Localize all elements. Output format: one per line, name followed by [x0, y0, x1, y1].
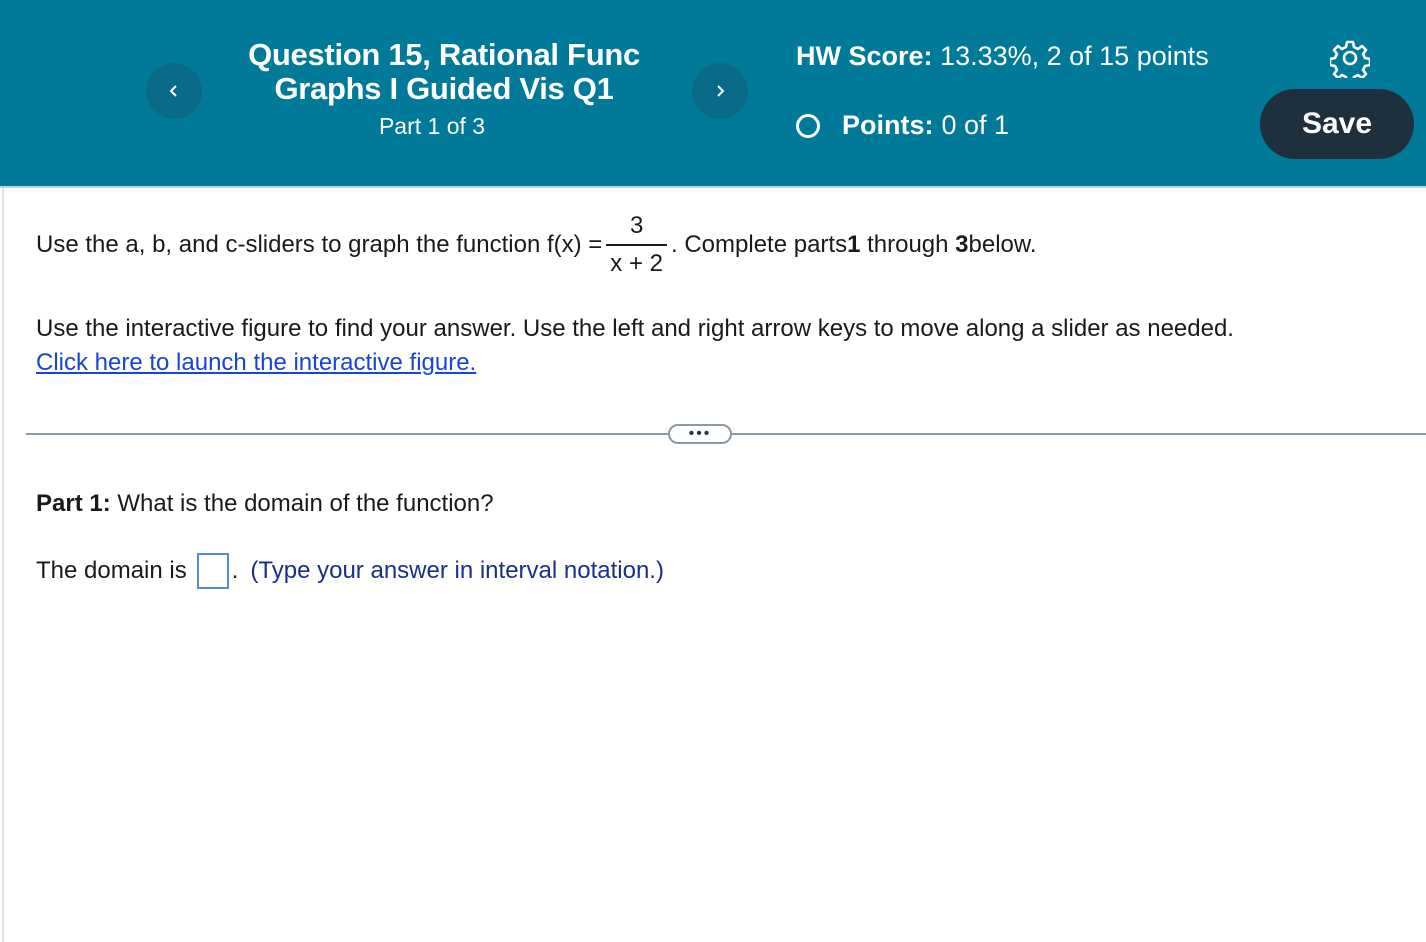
stem-below: below. [968, 231, 1037, 258]
domain-answer-input[interactable] [196, 553, 229, 589]
save-button[interactable]: Save [1260, 89, 1414, 159]
part1-label: Part 1: [36, 490, 111, 517]
hw-score-label: HW Score: [796, 41, 933, 71]
status-circle-icon [796, 113, 820, 138]
stem-through: through [860, 231, 956, 258]
gear-icon[interactable] [1330, 38, 1370, 78]
content-left-border [2, 188, 4, 942]
points-status: Points: 0 of 1 [796, 110, 1009, 141]
stem-complete-text: . Complete parts [671, 231, 848, 258]
hw-score: HW Score: 13.33%, 2 of 15 points [796, 38, 1216, 74]
answer-suffix: . [231, 557, 239, 584]
instructions: Use the interactive figure to find your … [36, 312, 1234, 380]
question-title: Question 15, Rational Func Graphs I Guid… [248, 37, 640, 106]
function-fraction: 3 x + 2 [606, 212, 667, 278]
stem-part-end: 3 [955, 231, 969, 258]
chevron-left-icon [169, 85, 177, 97]
question-stem: Use the a, b, and c-sliders to graph the… [36, 210, 1037, 280]
stem-part-start: 1 [847, 231, 861, 258]
question-header: Question 15, Rational Func Graphs I Guid… [0, 0, 1426, 188]
fraction-numerator: 3 [629, 212, 644, 239]
next-question-button[interactable] [692, 63, 748, 119]
answer-row: The domain is . (Type your answer in int… [36, 553, 664, 589]
part-indicator: Part 1 of 3 [378, 113, 486, 139]
part1-prompt: Part 1: What is the domain of the functi… [36, 490, 494, 518]
expand-more-button[interactable]: ••• [668, 424, 732, 444]
answer-hint: (Type your answer in interval notation.) [250, 557, 664, 584]
previous-question-button[interactable] [146, 63, 202, 119]
chevron-right-icon [717, 85, 725, 97]
part1-question: What is the domain of the function? [110, 490, 494, 517]
hw-score-value: 13.33%, 2 of 15 points [940, 41, 1209, 71]
stem-text: Use the a, b, and c-sliders to graph the… [36, 231, 603, 258]
points-label: Points: [842, 110, 934, 140]
fraction-denominator: x + 2 [606, 244, 667, 278]
instruction-text: Use the interactive figure to find your … [36, 315, 1234, 342]
answer-prefix: The domain is [36, 557, 187, 584]
launch-figure-link[interactable]: Click here to launch the interactive fig… [36, 349, 476, 376]
points-value: 0 of 1 [941, 110, 1010, 140]
